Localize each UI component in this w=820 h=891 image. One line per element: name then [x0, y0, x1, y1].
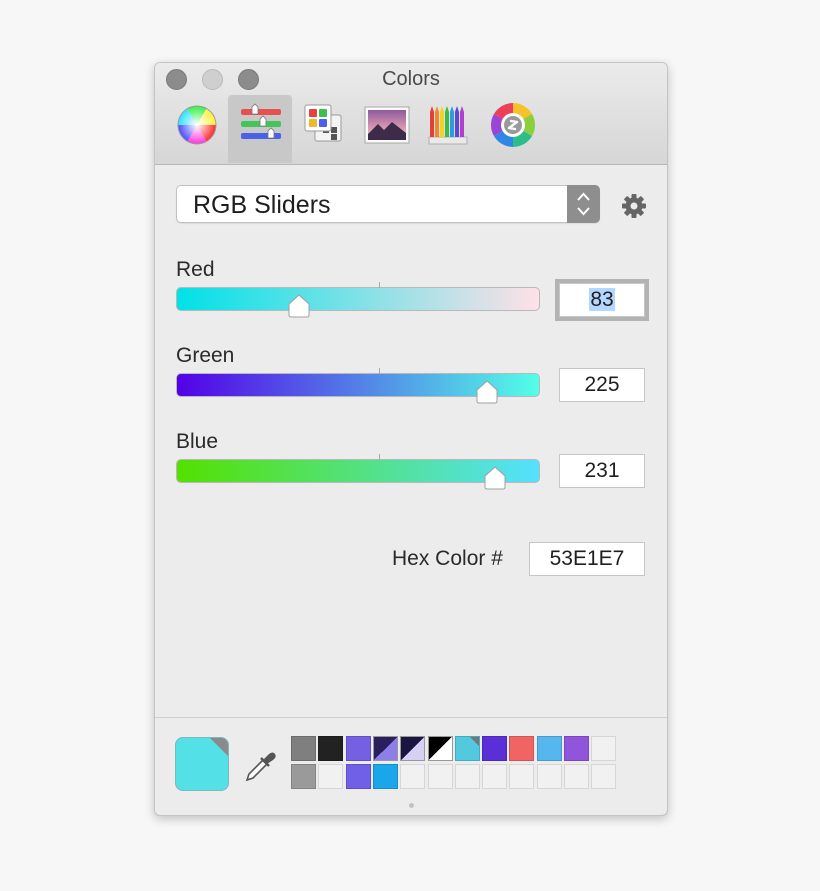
swatch-cell[interactable] — [427, 736, 453, 761]
swatch-cell[interactable] — [591, 736, 617, 761]
swatch-cell[interactable] — [372, 764, 398, 789]
image-palette-icon — [364, 106, 410, 144]
red-slider-thumb[interactable] — [287, 293, 311, 319]
swatch-cell[interactable] — [536, 764, 562, 789]
chevron-up-down-icon[interactable] — [567, 185, 600, 223]
eyedropper-icon[interactable] — [243, 748, 277, 789]
swatch-cell[interactable] — [400, 736, 426, 761]
color-wheel-icon — [177, 105, 217, 145]
swatch-cell[interactable] — [345, 764, 371, 789]
swatch-cell[interactable] — [536, 736, 562, 761]
swatch-cell[interactable] — [454, 764, 480, 789]
swatch-cell[interactable] — [454, 736, 480, 761]
color-mode-value: RGB Sliders — [193, 191, 331, 219]
swatch-cell[interactable] — [291, 764, 316, 789]
swatch-cell[interactable] — [509, 764, 535, 789]
blue-slider-track[interactable] — [176, 454, 540, 490]
center-tick — [379, 454, 380, 460]
green-label: Green — [176, 344, 235, 367]
gear-icon[interactable] — [621, 193, 647, 224]
window-title: Colors — [382, 68, 440, 90]
sliders-icon — [241, 103, 281, 139]
tab-color-wheel[interactable] — [165, 95, 229, 163]
swatch-cell[interactable] — [318, 736, 344, 761]
swatch-cell[interactable] — [291, 736, 316, 761]
center-tick — [379, 282, 380, 288]
tab-color-sliders[interactable] — [228, 95, 292, 163]
blue-value-field[interactable]: 231 — [559, 454, 645, 488]
blue-label: Blue — [176, 430, 219, 453]
title-bar: Colors — [155, 63, 667, 165]
current-color-well[interactable] — [175, 737, 229, 791]
center-tick — [379, 368, 380, 374]
divider — [155, 717, 667, 718]
red-value: 83 — [589, 288, 615, 311]
swatch-cell[interactable] — [318, 764, 344, 789]
pencils-icon — [428, 106, 468, 145]
blue-slider-thumb[interactable] — [483, 465, 507, 491]
swatch-cell[interactable] — [345, 736, 371, 761]
hex-field[interactable]: 53E1E7 — [529, 542, 645, 576]
tab-spectrum-plugin[interactable] — [481, 95, 545, 163]
swatch-cell[interactable] — [564, 764, 589, 789]
color-mode-select[interactable]: RGB Sliders — [176, 185, 600, 223]
swatch-cell[interactable] — [482, 764, 508, 789]
swatch-cell[interactable] — [400, 764, 426, 789]
swatch-cell[interactable] — [591, 764, 617, 789]
red-value-field[interactable]: 83 — [555, 279, 649, 321]
swatch-cell[interactable] — [427, 764, 453, 789]
swatch-cell[interactable] — [372, 736, 398, 761]
red-label: Red — [176, 258, 215, 281]
fold-corner — [469, 737, 479, 746]
hex-label: Hex Color # — [392, 547, 503, 570]
tab-pencils[interactable] — [416, 95, 480, 163]
tab-color-palettes[interactable] — [291, 95, 355, 163]
spectrum-icon — [491, 103, 535, 147]
green-slider-thumb[interactable] — [475, 379, 499, 405]
red-slider-track[interactable] — [176, 282, 540, 318]
colors-window: Colors RGB Sliders Red 83 Green 225 Blue… — [154, 62, 668, 816]
green-slider-track[interactable] — [176, 368, 540, 404]
fold-corner — [210, 738, 228, 756]
swatch-cell[interactable] — [482, 736, 508, 761]
swatch-cell[interactable] — [564, 736, 589, 761]
tab-image-palettes[interactable] — [353, 95, 417, 163]
resize-grip[interactable] — [409, 803, 414, 808]
swatch-cell[interactable] — [509, 736, 535, 761]
green-value-field[interactable]: 225 — [559, 368, 645, 402]
color-palettes-icon — [304, 104, 342, 142]
